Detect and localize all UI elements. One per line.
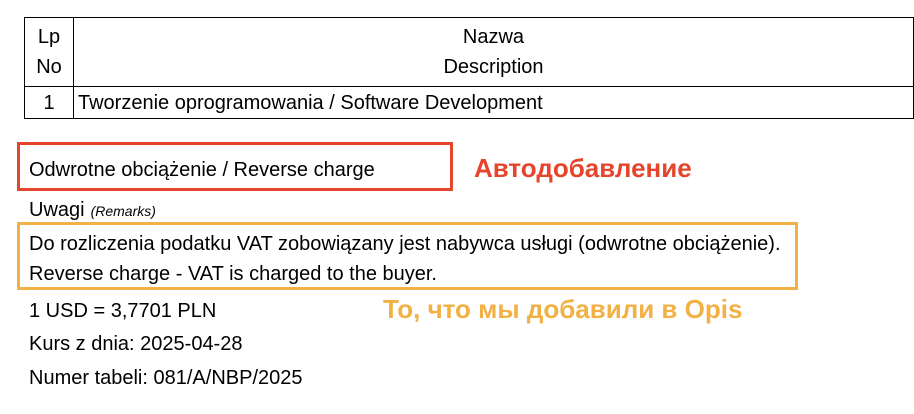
auto-added-annotation: Автодобавление [474, 153, 692, 183]
reverse-charge-text: Odwrotne obciążenie / Reverse charge [29, 159, 375, 181]
invoice-items-table: Lp No Nazwa Description 1 Tworzenie opro… [24, 17, 914, 119]
exchange-rate: 1 USD = 3,7701 PLN [29, 300, 217, 322]
table-row: 1 Tworzenie oprogramowania / Software De… [24, 86, 914, 119]
header-name-cell: Nazwa Description [73, 17, 914, 87]
table-header-row: Lp No Nazwa Description [24, 17, 914, 87]
exchange-table-number: Numer tabeli: 081/A/NBP/2025 [29, 367, 303, 389]
opis-annotation: То, что мы добавили в Opis [383, 294, 743, 324]
row-lp-cell: 1 [24, 86, 74, 119]
row-name-cell: Tworzenie oprogramowania / Software Deve… [73, 86, 914, 119]
header-name-pl: Nazwa [462, 26, 525, 48]
header-lp-en: No [36, 56, 62, 78]
remarks-text: Do rozliczenia podatku VAT zobowiązany j… [29, 233, 781, 285]
exchange-rate-date: Kurs z dnia: 2025-04-28 [29, 333, 243, 355]
header-name-en: Description [443, 56, 544, 78]
header-lp-pl: Lp [37, 26, 61, 48]
remarks-heading: Uwagi (Remarks) [29, 198, 156, 224]
header-lp-cell: Lp No [24, 17, 74, 87]
remarks-label: Uwagi [29, 199, 85, 221]
remarks-label-en: (Remarks) [90, 203, 156, 219]
